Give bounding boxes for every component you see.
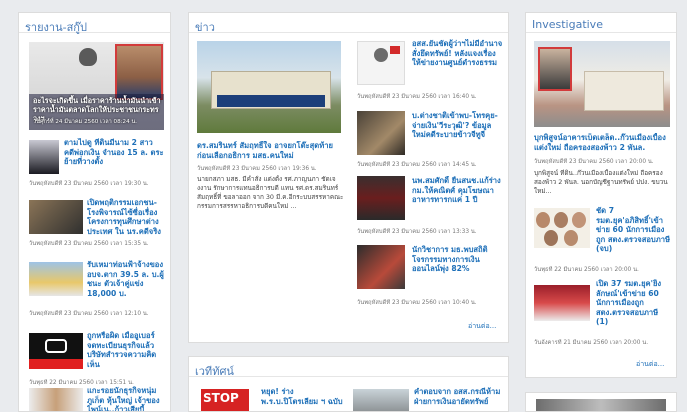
item-headline[interactable]: แกะรอยนักธุรกิจหนุ่มภูเก็ต หุ้นใหญ่ เจ้า… [87, 386, 164, 411]
item-thumbnail[interactable] [357, 41, 405, 85]
news-read-more-link[interactable]: อ่านต่อ... [468, 321, 496, 332]
list-item: ถูกหรือผิด เมื่ออูเบอร์ จดทะเบียนธุรกิจแ… [29, 323, 164, 386]
item-thumbnail[interactable] [29, 140, 59, 174]
item-thumbnail[interactable] [534, 285, 590, 321]
emblem-icon [79, 48, 97, 66]
item-date: วันพฤหัสบดีที่ 23 มีนาคม 2560 เวลา 14:45… [357, 162, 477, 168]
item-headline[interactable]: บ.ต่างชาติเข้าพบ-โทรคุย-จ่ายเงิน'วีระวุฒ… [412, 111, 503, 149]
investigative-lead-excerpt: บุกพิสูจน์ ที่ดิน..ก๊วนเมืองเบื้องแต่งให… [534, 169, 668, 195]
investigative-lead-headline[interactable]: บุกพิสูจน์อาคารเบ็ดเตล็ด..ก๊วนเมืองเบื้อ… [534, 133, 672, 153]
emblem-icon [374, 48, 388, 62]
car-icon [45, 339, 67, 353]
list-item: ตามไปดู ที่ดินมีนาม 2 สาว คดีพ่อกเงิน จำ… [29, 138, 164, 192]
investigative-panel: Investigative บุกพิสูจน์อาคารเบ็ดเตล็ด..… [525, 12, 677, 378]
investigative-read-more-link[interactable]: อ่านต่อ... [636, 359, 664, 370]
item-thumbnail[interactable] [357, 111, 405, 155]
item-headline[interactable]: นักวิชาการ มธ.พบสถิติ โจรกรรมทางการเงินอ… [412, 245, 503, 283]
item-thumbnail[interactable] [29, 388, 83, 411]
item-thumbnail[interactable] [357, 245, 405, 289]
item-date: วันพฤหัสบดีที่ 23 มีนาคม 2560 เวลา 19:30… [29, 181, 149, 187]
list-item: เปิดพฤติกรรมเอกชน-โรงพิจารณ์ไซ้ซื่อเรื่อ… [29, 198, 164, 252]
item-thumbnail[interactable] [534, 208, 590, 248]
news-lead-headline[interactable]: ดร.สมรินทร์ สัมฤทธิ์ใจ อาจยกโต๊ะสุดท้ายก… [197, 141, 345, 161]
item-date: วันพฤหัสบดีที่ 23 มีนาคม 2560 เวลา 13:33… [357, 229, 477, 235]
forum-panel: เวทีทัศน์ STOP หยุด! ร่าง พ.ร.บ.ปิโตรเลี… [188, 356, 509, 412]
report-feature-date: วันศุกร์ที่ 24 มีนาคม 2560 เวลา 08:24 น. [33, 119, 138, 125]
item-headline[interactable]: เปิดพฤติกรรมเอกชน-โรงพิจารณ์ไซ้ซื่อเรื่อ… [87, 198, 164, 236]
item-date: วันอังคารที่ 21 มีนาคม 2560 เวลา 20:00 น… [534, 340, 649, 346]
report-panel: รายงาน-สกู๊ป อะไรจะเกิดขึ้น เมื่อราคาร้า… [18, 12, 171, 412]
list-item: นพ.สมศักดิ์ ยื่นสนช.แก้ร่าง กม.ให้คณิตศ์… [357, 176, 503, 238]
item-date: วันพฤหัสบดีที่ 23 มีนาคม 2560 เวลา 12:10… [29, 311, 149, 317]
item-headline[interactable]: เปิด 37 รมต.ยุค'ยิ่งลักษณ์'เข้าข่าย 60 น… [596, 279, 672, 337]
news-lead-date: วันพฤหัสบดีที่ 23 มีนาคม 2560 เวลา 19:36… [197, 166, 317, 172]
item-headline[interactable]: อสส.ยันชัดผู้ว่าฯไม่มีอำนาจสั่งยึดทรัพย์… [412, 39, 503, 87]
item-date: วันพฤหัสบดีที่ 23 มีนาคม 2560 เวลา 10:40… [357, 300, 477, 306]
forum-item-thumbnail[interactable] [353, 389, 409, 411]
item-thumbnail[interactable] [357, 176, 405, 220]
portrait-image [538, 47, 572, 91]
forum-item-headline[interactable]: หยุด! ร่าง พ.ร.บ.ปิโตรเลียม ฯ ฉบับ [261, 387, 343, 411]
item-date: วันพฤหัสบดีที่ 23 มีนาคม 2560 เวลา 15:35… [29, 241, 149, 247]
item-date: วันพุธที่ 22 มีนาคม 2560 เวลา 20:00 น. [534, 267, 639, 273]
investigative-lead-image[interactable] [534, 41, 670, 127]
list-item: ชัด 7 รมต.ยุค'อภิสิทธิ์'เข้าข่าย 60 นักก… [534, 206, 672, 278]
item-headline[interactable]: ตามไปดู ที่ดินมีนาม 2 สาว คดีพ่อกเงิน จำ… [64, 138, 164, 176]
report-panel-title: รายงาน-สกู๊ป [19, 13, 170, 34]
news-lead-excerpt: นายกสภา มสธ. มีคำสั่ง แต่งตั้ง รศ.ภาญนภา… [197, 175, 344, 210]
investigative-panel-title: Investigative [526, 13, 676, 33]
investigative-lead-date: วันพฤหัสบดีที่ 23 มีนาคม 2560 เวลา 20:00… [534, 159, 654, 165]
forum-panel-title: เวทีทัศน์ [189, 357, 508, 378]
news-lead-image[interactable] [197, 41, 341, 133]
list-item: เปิด 37 รมต.ยุค'ยิ่งลักษณ์'เข้าข่าย 60 น… [534, 279, 672, 351]
item-thumbnail[interactable] [29, 262, 83, 296]
stop-sign-icon: STOP [203, 391, 239, 405]
portrait-image [115, 44, 163, 100]
item-headline[interactable]: ถูกหรือผิด เมื่ออูเบอร์ จดทะเบียนธุรกิจแ… [87, 331, 164, 379]
list-item: บ.ต่างชาติเข้าพบ-โทรคุย-จ่ายเงิน'วีระวุฒ… [357, 111, 503, 173]
forum-item-headline[interactable]: คำตอบจาก อสส.กรณีห้ามฝ่ายการเงินอายัดทรั… [414, 387, 504, 411]
news-panel: ข่าว ดร.สมรินทร์ สัมฤทธิ์ใจ อาจยกโต๊ะสุด… [188, 12, 509, 343]
item-thumbnail[interactable] [29, 200, 83, 234]
item-date: วันพฤหัสบดีที่ 23 มีนาคม 2560 เวลา 16:40… [357, 94, 477, 100]
item-headline[interactable]: นพ.สมศักดิ์ ยื่นสนช.แก้ร่าง กม.ให้คณิตศ์… [412, 176, 503, 214]
list-item: นักวิชาการ มธ.พบสถิติ โจรกรรมทางการเงินอ… [357, 245, 503, 307]
news-panel-title: ข่าว [189, 13, 508, 34]
item-thumbnail[interactable] [29, 333, 83, 369]
bottom-right-panel [525, 392, 677, 412]
forum-item-thumbnail[interactable]: STOP [201, 389, 249, 411]
report-feature-image[interactable]: อะไรจะเกิดขึ้น เมื่อราคาร้านน้ำมันนำเข้า… [29, 42, 164, 130]
item-headline[interactable]: รับเหมาท่อนฟ้าจ้างของ อบจ.ตาก 39.5 ล. บ.… [87, 260, 164, 308]
item-headline[interactable]: ชัด 7 รมต.ยุค'อภิสิทธิ์'เข้าข่าย 60 นักก… [596, 206, 672, 264]
list-item: แกะรอยนักธุรกิจหนุ่มภูเก็ต หุ้นใหญ่ เจ้า… [29, 386, 164, 411]
list-item: อสส.ยันชัดผู้ว่าฯไม่มีอำนาจสั่งยึดทรัพย์… [357, 39, 503, 103]
list-item: รับเหมาท่อนฟ้าจ้างของ อบจ.ตาก 39.5 ล. บ.… [29, 260, 164, 322]
